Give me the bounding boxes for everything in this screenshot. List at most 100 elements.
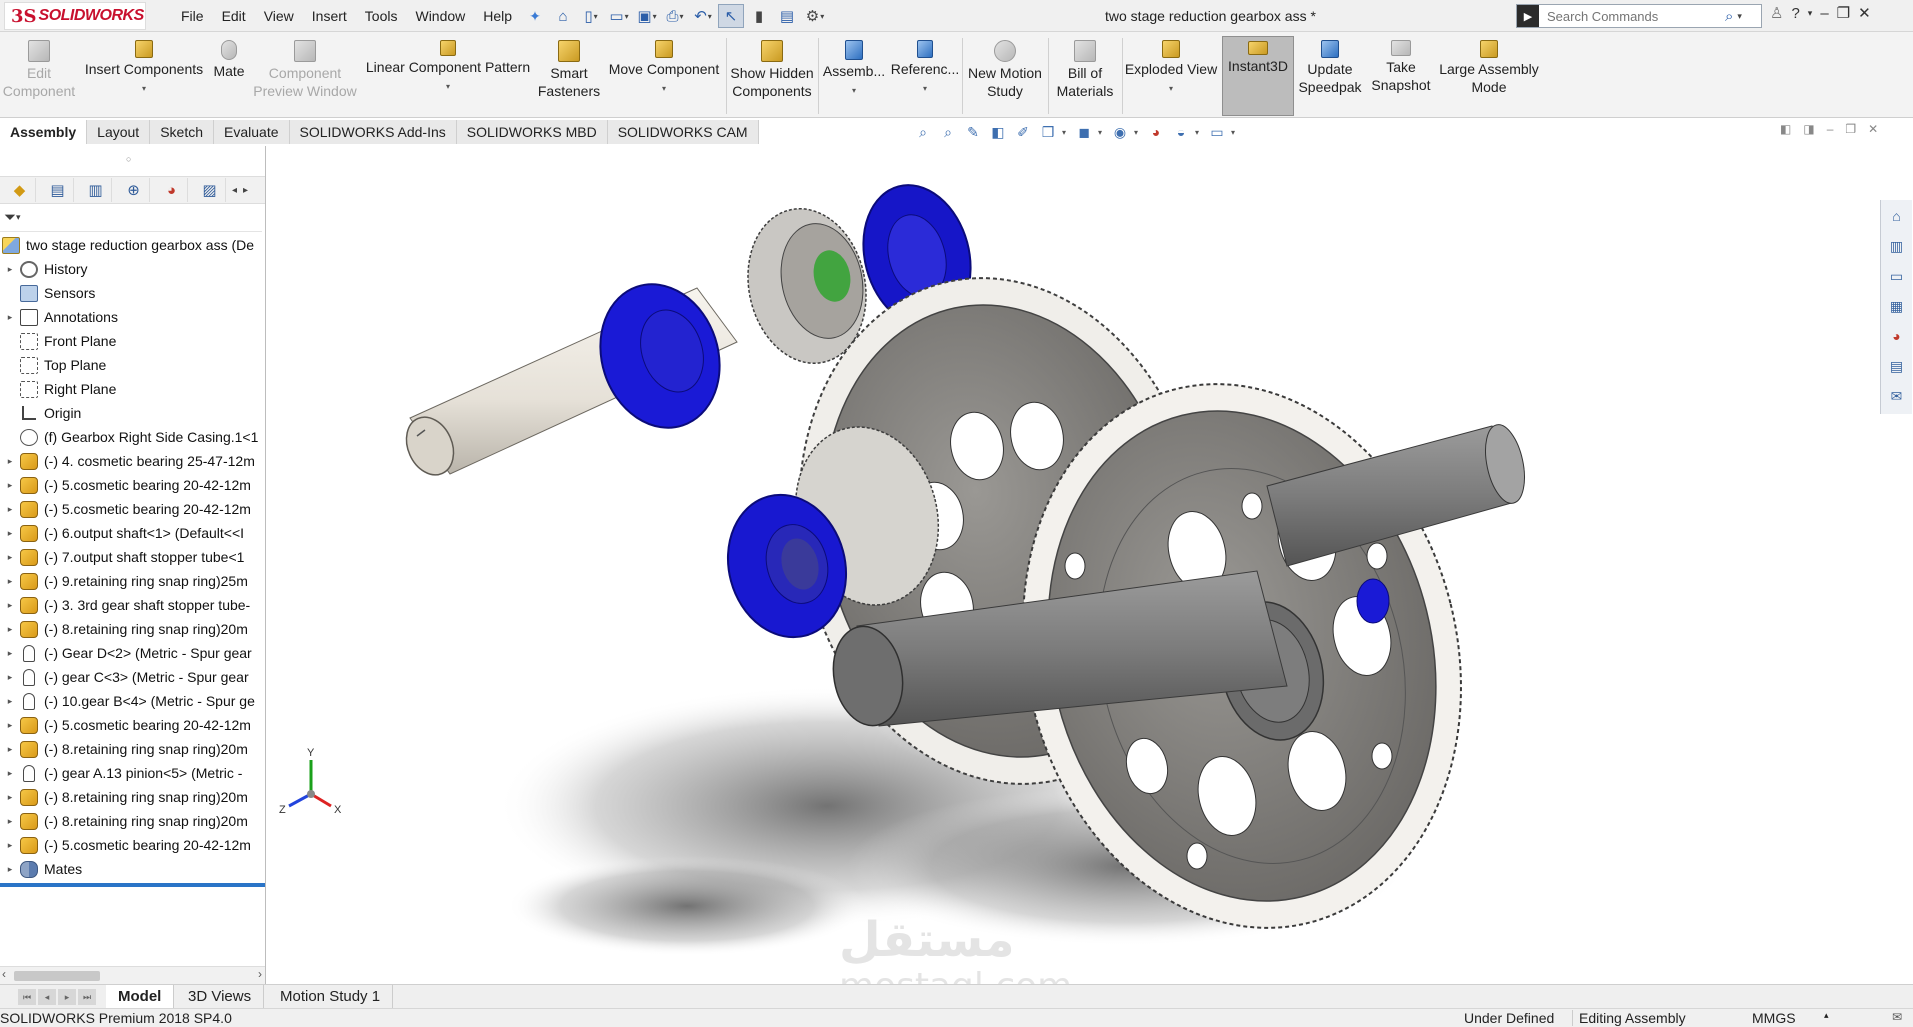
panel-splitter-handle[interactable]: ○	[126, 154, 131, 164]
tree-item[interactable]: Sensors	[0, 281, 265, 305]
tree-root-assembly[interactable]: two stage reduction gearbox ass (De	[0, 233, 265, 257]
forum-icon[interactable]: ✉	[1885, 384, 1909, 408]
apply-scene-icon[interactable]: ◒	[1170, 121, 1192, 143]
menu-insert[interactable]: Insert	[303, 8, 356, 24]
quick-tips-icon[interactable]: ✉	[1892, 1010, 1902, 1024]
tree-item[interactable]: ▸ (-) 8.retaining ring snap ring)20m	[0, 617, 265, 641]
bearing-top-left[interactable]	[582, 269, 737, 444]
view-palette-icon[interactable]: ▦	[1885, 294, 1909, 318]
mate-button[interactable]: Mate	[206, 36, 252, 116]
dimxpertmanager-tab-icon[interactable]: ⊕	[118, 178, 150, 202]
restore-icon[interactable]: ❐	[1837, 4, 1850, 22]
user-icon[interactable]: ♙	[1770, 4, 1783, 22]
show-hidden-components-button[interactable]: Show Hidden Components	[728, 36, 816, 116]
tabs-scroll-right-icon[interactable]: ▸	[243, 185, 248, 196]
tab-solidworks-add-ins[interactable]: SOLIDWORKS Add-Ins	[289, 120, 457, 144]
tree-item[interactable]: Right Plane	[0, 377, 265, 401]
cam-tab-icon[interactable]: ▨	[194, 178, 226, 202]
search-icon[interactable]: ⌕	[1725, 8, 1733, 25]
edit-appearance-icon[interactable]: ◕	[1145, 121, 1167, 143]
expand-arrow-icon[interactable]: ▸	[4, 816, 16, 827]
insert-components-dropdown-icon[interactable]: ▾	[142, 84, 146, 94]
design-library-icon[interactable]: ▥	[1885, 234, 1909, 258]
tree-item[interactable]: ▸ (-) 6.output shaft<1> (Default<<I	[0, 521, 265, 545]
displaymanager-tab-icon[interactable]: ◕	[156, 178, 188, 202]
tree-filter[interactable]: ⏷ ▾	[0, 204, 262, 232]
expand-arrow-icon[interactable]: ▸	[4, 480, 16, 491]
assembly-features-dropdown-icon[interactable]: ▾	[852, 86, 856, 96]
tab-3d-views[interactable]: 3D Views	[176, 985, 265, 1009]
expand-arrow-icon[interactable]: ▸	[4, 528, 16, 539]
help-dropdown-icon[interactable]: ▾	[1808, 8, 1813, 19]
view-orientation-icon[interactable]: ❒	[1037, 121, 1059, 143]
last-tab-arrow-icon[interactable]: ⏭	[78, 989, 96, 1005]
status-units[interactable]: MMGS	[1752, 1010, 1796, 1026]
tab-solidworks-mbd[interactable]: SOLIDWORKS MBD	[456, 120, 608, 144]
exploded-view-dropdown-icon[interactable]: ▾	[1169, 84, 1173, 94]
component-preview-window-button[interactable]: Component Preview Window	[252, 36, 358, 116]
propertymanager-tab-icon[interactable]: ▤	[42, 178, 74, 202]
tree-item[interactable]: ▸ (-) 9.retaining ring snap ring)25m	[0, 569, 265, 593]
tree-item[interactable]: ▸ (-) gear C<3> (Metric - Spur gear	[0, 665, 265, 689]
file-explorer-icon[interactable]: ▭	[1885, 264, 1909, 288]
menu-file[interactable]: File	[172, 8, 213, 24]
hide-show-dropdown-icon[interactable]: ▾	[1134, 128, 1142, 137]
coordinate-triad[interactable]: Y X Z	[279, 747, 342, 816]
scroll-right-arrow-icon[interactable]: ›	[258, 967, 262, 981]
tree-item[interactable]: ▸ (-) 5.cosmetic bearing 20-42-12m	[0, 497, 265, 521]
traffic-light-icon[interactable]: ▮	[746, 4, 772, 28]
tree-item[interactable]: ▸ (-) 7.output shaft stopper tube<1	[0, 545, 265, 569]
move-component-button[interactable]: Move Component ▾	[604, 36, 724, 116]
tree-item[interactable]: ▸ (-) 4. cosmetic bearing 25-47-12m	[0, 449, 265, 473]
units-up-arrow-icon[interactable]: ▴	[1824, 1010, 1829, 1021]
select-cursor-icon[interactable]: ↖	[718, 4, 744, 28]
tree-item[interactable]: ▸ (-) Gear D<2> (Metric - Spur gear	[0, 641, 265, 665]
tree-item[interactable]: ▸ History	[0, 257, 265, 281]
viewport-minimize-icon[interactable]: –	[1827, 122, 1834, 136]
search-input[interactable]	[1539, 8, 1719, 24]
expand-arrow-icon[interactable]: ▸	[4, 720, 16, 731]
dynamic-annotation-icon[interactable]: ✐	[1012, 121, 1034, 143]
undo-icon[interactable]: ↶ ▾	[690, 4, 716, 28]
viewport-close-icon[interactable]: ✕	[1868, 122, 1878, 136]
large-assembly-mode-button[interactable]: Large Assembly Mode	[1438, 36, 1540, 116]
hide-show-items-icon[interactable]: ◉	[1109, 121, 1131, 143]
prev-tab-arrow-icon[interactable]: ◂	[38, 989, 56, 1005]
expand-arrow-icon[interactable]: ▸	[4, 792, 16, 803]
configurationmanager-tab-icon[interactable]: ▥	[80, 178, 112, 202]
tree-item[interactable]: ▸ (-) gear A.13 pinion<5> (Metric -	[0, 761, 265, 785]
scrollbar-thumb[interactable]	[14, 971, 100, 981]
expand-arrow-icon[interactable]: ▸	[4, 312, 16, 323]
scroll-left-arrow-icon[interactable]: ‹	[2, 967, 6, 981]
update-speedpak-button[interactable]: Update Speedpak	[1296, 36, 1364, 116]
zoom-to-area-icon[interactable]: ⌕	[937, 121, 959, 143]
minimize-icon[interactable]: –	[1820, 5, 1828, 22]
menu-view[interactable]: View	[255, 8, 303, 24]
tree-item[interactable]: Top Plane	[0, 353, 265, 377]
assembly-features-button[interactable]: Assemb... ▾	[820, 36, 888, 116]
expand-arrow-icon[interactable]: ▸	[4, 744, 16, 755]
display-style-icon[interactable]: ◼	[1073, 121, 1095, 143]
expand-arrow-icon[interactable]: ▸	[4, 456, 16, 467]
gearbox-3d-model[interactable]: Y X Z مستقل mostaql.com	[267, 146, 1913, 984]
expand-arrow-icon[interactable]: ▸	[4, 696, 16, 707]
viewport-tile-right-icon[interactable]: ◨	[1803, 122, 1814, 136]
linear-component-pattern-button[interactable]: Linear Component Pattern ▾	[362, 36, 534, 116]
file-properties-icon[interactable]: ▤	[774, 4, 800, 28]
tab-motion-study-1[interactable]: Motion Study 1	[268, 985, 394, 1009]
view-orientation-dropdown-icon[interactable]: ▾	[1062, 128, 1070, 137]
expand-arrow-icon[interactable]: ▸	[4, 264, 16, 275]
expand-arrow-icon[interactable]: ▸	[4, 552, 16, 563]
save-icon[interactable]: ▣ ▾	[634, 4, 660, 28]
tab-evaluate[interactable]: Evaluate	[214, 120, 290, 144]
tree-item[interactable]: ▸ (-) 3. 3rd gear shaft stopper tube-	[0, 593, 265, 617]
tabs-scroll-left-icon[interactable]: ◂	[232, 185, 237, 196]
custom-properties-icon[interactable]: ▤	[1885, 354, 1909, 378]
tab-model[interactable]: Model	[106, 985, 175, 1009]
view-settings-dropdown-icon[interactable]: ▾	[1231, 128, 1239, 137]
tree-item[interactable]: ▸ (-) 5.cosmetic bearing 20-42-12m	[0, 713, 265, 737]
first-tab-arrow-icon[interactable]: ⏮	[18, 989, 36, 1005]
previous-view-icon[interactable]: ✎	[962, 121, 984, 143]
tree-item[interactable]: (f) Gearbox Right Side Casing.1<1	[0, 425, 265, 449]
menu-window[interactable]: Window	[406, 8, 474, 24]
